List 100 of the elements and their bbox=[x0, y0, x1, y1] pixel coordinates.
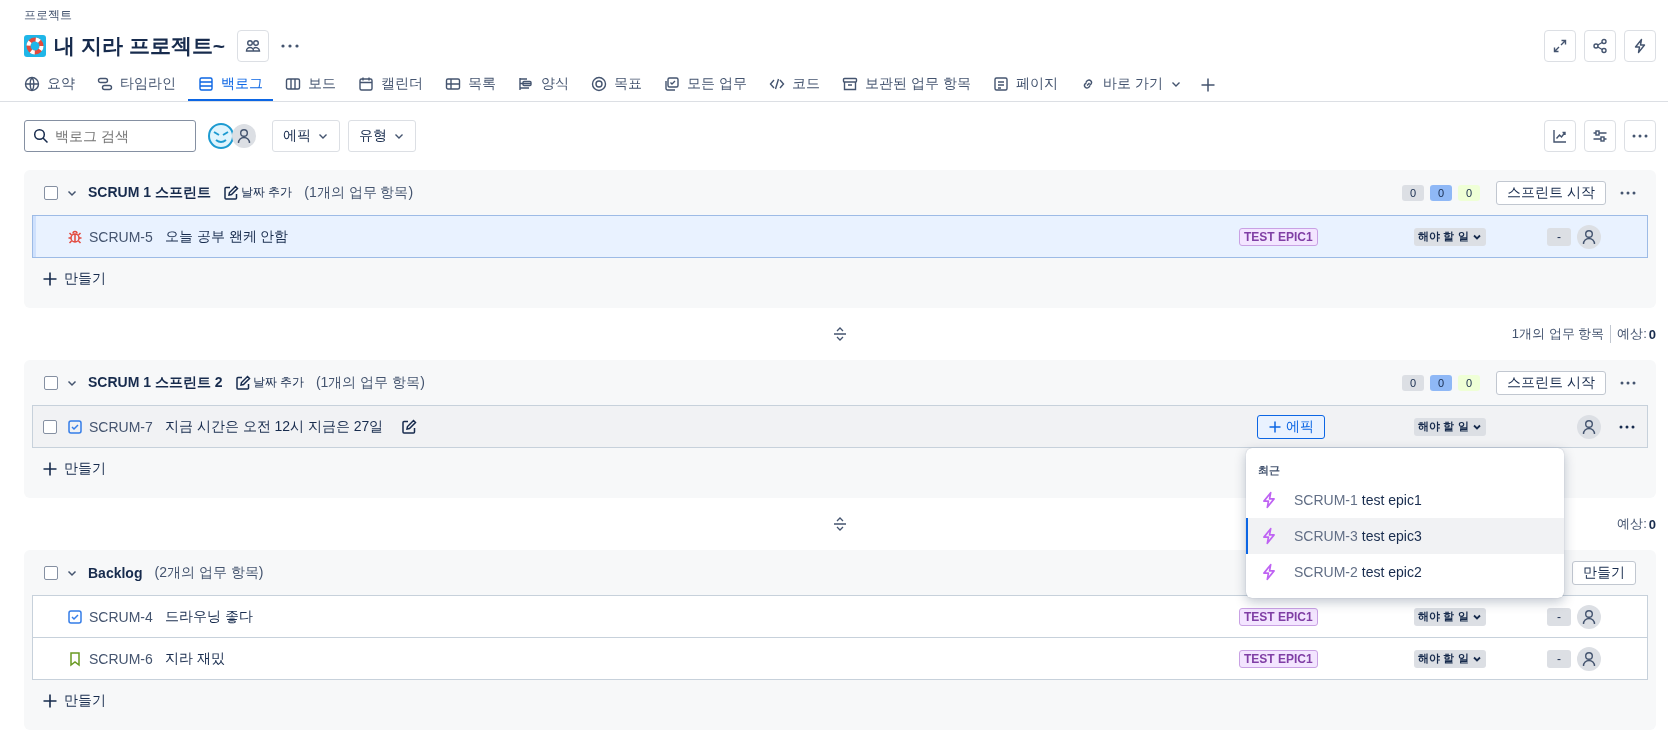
nav-tab[interactable]: 캘린더 bbox=[348, 69, 433, 101]
avatar-icon[interactable] bbox=[1577, 604, 1601, 629]
nav-tab[interactable]: 양식 bbox=[508, 69, 579, 101]
edit-icon[interactable] bbox=[401, 418, 418, 435]
create-button[interactable]: 만들기 bbox=[32, 448, 106, 489]
epic-option[interactable]: SCRUM-2 test epic2 bbox=[1246, 554, 1564, 590]
calendar-icon bbox=[358, 76, 374, 92]
avatar-icon[interactable] bbox=[1577, 646, 1601, 671]
chart-icon bbox=[1552, 128, 1568, 144]
create-button[interactable]: 만들기 bbox=[32, 258, 106, 299]
expand-icon bbox=[1552, 38, 1568, 54]
list-icon bbox=[198, 76, 214, 92]
share-button[interactable] bbox=[1584, 30, 1616, 62]
chart-button[interactable] bbox=[1544, 120, 1576, 152]
nav-tab[interactable]: 보드 bbox=[275, 69, 346, 101]
more-icon bbox=[1632, 134, 1648, 138]
issue-key[interactable]: SCRUM-4 bbox=[89, 608, 153, 625]
nav-tab[interactable]: 요약 bbox=[24, 69, 85, 101]
avatar-icon[interactable] bbox=[232, 124, 256, 148]
nav-tab[interactable]: 목표 bbox=[581, 69, 652, 101]
avatar-icon[interactable] bbox=[1577, 414, 1601, 439]
search-field[interactable]: 백로그 검색 bbox=[24, 120, 196, 152]
team-button[interactable] bbox=[236, 30, 269, 62]
nav-tab[interactable]: 타임라인 bbox=[87, 69, 186, 101]
status-dropdown[interactable]: 해야 할 일 bbox=[1414, 227, 1486, 246]
issue-key[interactable]: SCRUM-5 bbox=[89, 228, 153, 245]
avatar-icon[interactable] bbox=[1577, 224, 1601, 249]
share-icon bbox=[1592, 38, 1608, 54]
create-button[interactable]: 만들기 bbox=[32, 680, 106, 721]
nav-tab[interactable]: 페이지 bbox=[982, 69, 1068, 101]
point-counter: 0 bbox=[1458, 374, 1481, 391]
code-icon bbox=[768, 76, 785, 92]
epic-option[interactable]: SCRUM-1 test epic1 bbox=[1246, 482, 1564, 518]
start-sprint-button[interactable]: 스프린트 시작 bbox=[1496, 370, 1606, 395]
nav-tab[interactable]: 보관된 업무 항목 bbox=[831, 69, 981, 101]
epic-tag[interactable]: TEST EPIC1 bbox=[1239, 607, 1318, 626]
add-date-button[interactable]: 날짜 추가 bbox=[234, 374, 304, 391]
table-icon bbox=[445, 76, 461, 92]
add-epic-button[interactable]: 에픽 bbox=[1257, 414, 1325, 439]
start-sprint-button[interactable]: 스프린트 시작 bbox=[1496, 180, 1606, 205]
globe-icon bbox=[24, 76, 40, 92]
bug-icon bbox=[67, 228, 83, 245]
plus-icon bbox=[42, 692, 58, 709]
plus-icon bbox=[1199, 77, 1216, 93]
sprint-title: SCRUM 1 스프린트 2 bbox=[88, 373, 223, 392]
timeline-icon bbox=[97, 76, 113, 92]
lightning-icon bbox=[1260, 563, 1278, 581]
issue-row[interactable]: SCRUM-6 지라 재밌 TEST EPIC1 해야 할 일 - bbox=[32, 638, 1648, 680]
estimate-badge[interactable]: - bbox=[1547, 227, 1571, 246]
estimate-total: 0 bbox=[1648, 516, 1656, 532]
lightning-icon bbox=[1632, 38, 1648, 54]
resize-handle-icon[interactable] bbox=[832, 326, 848, 342]
epic-tag[interactable]: TEST EPIC1 bbox=[1239, 649, 1318, 668]
issue-row[interactable]: SCRUM-5 오늘 공부 왠케 안함 TEST EPIC1 해야 할 일 - bbox=[32, 215, 1648, 258]
resize-handle-icon[interactable] bbox=[832, 516, 848, 532]
estimate-badge[interactable]: - bbox=[1547, 649, 1571, 668]
settings-button[interactable] bbox=[1584, 120, 1616, 152]
automation-button[interactable] bbox=[1624, 30, 1656, 62]
more-icon bbox=[1620, 190, 1636, 195]
nav-tab[interactable]: 백로그 bbox=[188, 69, 273, 101]
nav-tab[interactable]: 목록 bbox=[435, 69, 506, 101]
checkbox[interactable] bbox=[44, 565, 58, 580]
checkbox[interactable] bbox=[44, 375, 58, 390]
issue-count: (2개의 업무 항목) bbox=[154, 563, 264, 582]
issue-summary: 오늘 공부 왠케 안함 bbox=[164, 227, 289, 246]
nav-tab[interactable]: 바로 가기 bbox=[1069, 69, 1192, 101]
issue-row[interactable]: SCRUM-4 드라우닝 좋다 TEST EPIC1 해야 할 일 - bbox=[32, 595, 1648, 638]
lightning-icon bbox=[1260, 491, 1278, 509]
filter-dropdown[interactable]: 유형 bbox=[348, 120, 416, 152]
point-counter: 0 bbox=[1430, 184, 1453, 201]
status-dropdown[interactable]: 해야 할 일 bbox=[1414, 649, 1486, 668]
more-icon[interactable] bbox=[1619, 424, 1635, 429]
page-icon bbox=[992, 76, 1009, 92]
filter-dropdown[interactable]: 에픽 bbox=[272, 120, 340, 152]
epic-option[interactable]: SCRUM-3 test epic3 bbox=[1246, 518, 1564, 554]
status-dropdown[interactable]: 해야 할 일 bbox=[1414, 607, 1486, 626]
project-title: 내 지라 프로젝트~ bbox=[54, 33, 225, 59]
checkbox[interactable] bbox=[44, 185, 58, 200]
checkbox[interactable] bbox=[43, 419, 57, 434]
people-icon bbox=[244, 38, 261, 54]
issue-count: (1개의 업무 항목) bbox=[304, 183, 414, 202]
issue-key[interactable]: SCRUM-7 bbox=[89, 418, 153, 435]
epic-tag[interactable]: TEST EPIC1 bbox=[1239, 227, 1318, 246]
nav-tab[interactable]: 코드 bbox=[758, 69, 830, 101]
breadcrumb[interactable]: 프로젝트 bbox=[24, 6, 1656, 24]
issue-summary: 지금 시간은 오전 12시 지금은 27일 bbox=[164, 417, 384, 436]
point-counter: 0 bbox=[1458, 184, 1481, 201]
create-sprint-button[interactable]: 만들기 bbox=[1572, 560, 1636, 585]
estimate-label: 예상: bbox=[1617, 325, 1647, 343]
nav-tab[interactable]: 모든 업무 bbox=[654, 69, 757, 101]
expand-button[interactable] bbox=[1544, 30, 1576, 62]
search-icon bbox=[33, 128, 49, 144]
status-dropdown[interactable]: 해야 할 일 bbox=[1414, 417, 1486, 436]
issue-row[interactable]: SCRUM-7 지금 시간은 오전 12시 지금은 27일 에픽 해야 할 일 bbox=[32, 405, 1648, 448]
issue-key[interactable]: SCRUM-6 bbox=[89, 650, 153, 667]
point-counter: 0 bbox=[1402, 374, 1425, 391]
add-date-button[interactable]: 날짜 추가 bbox=[222, 184, 293, 201]
issue-count: (1개의 업무 항목) bbox=[315, 373, 425, 392]
estimate-badge[interactable]: - bbox=[1547, 607, 1571, 626]
avatar-icon[interactable] bbox=[208, 123, 234, 149]
